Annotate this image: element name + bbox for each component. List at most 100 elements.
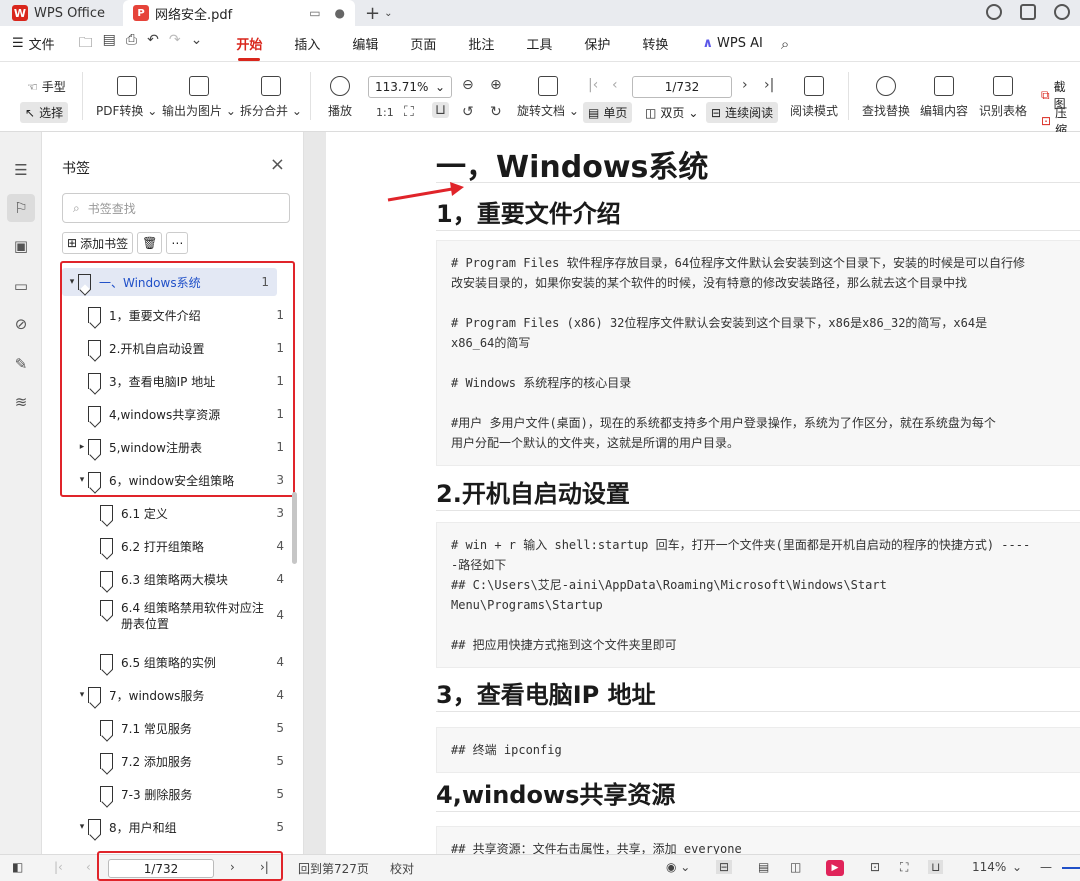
continuous-view-icon[interactable]: ⊟: [716, 860, 733, 874]
tab-edit[interactable]: 编辑: [352, 26, 378, 61]
single-page-view-icon[interactable]: ▤: [758, 860, 769, 874]
bookmark-item[interactable]: 1，重要文件介绍 1: [42, 301, 292, 329]
next-page-icon[interactable]: ›: [230, 860, 235, 874]
export-image-button[interactable]: 输出为图片 ⌄: [162, 76, 236, 119]
eye-protection-icon[interactable]: ◉ ⌄: [666, 860, 690, 874]
window-switch-icon[interactable]: [1020, 4, 1036, 20]
first-page-icon[interactable]: |‹: [588, 77, 598, 93]
select-tool-button[interactable]: ↖ 选择: [20, 102, 69, 123]
new-tab-plus-icon[interactable]: +: [365, 3, 380, 24]
save-icon[interactable]: ▤: [103, 32, 116, 56]
zoom-level[interactable]: 114%: [972, 860, 1006, 874]
bookmark-item[interactable]: 4,windows共享资源 1: [42, 400, 292, 428]
prev-page-icon[interactable]: ‹: [86, 860, 91, 874]
actual-size-icon[interactable]: ⊔: [928, 860, 944, 874]
bookmark-panel-icon[interactable]: ⚐: [7, 194, 35, 222]
wps-ai-button[interactable]: ∧ WPS AI: [702, 36, 762, 51]
continuous-read-button[interactable]: ⊟ 连续阅读: [706, 102, 779, 123]
prev-page-icon[interactable]: ‹: [612, 77, 618, 93]
expand-caret-icon[interactable]: ▾: [76, 475, 88, 485]
find-replace-button[interactable]: 查找替换: [862, 76, 910, 119]
search-icon[interactable]: ⌕: [781, 35, 789, 53]
single-page-button[interactable]: ▤ 单页: [583, 102, 633, 123]
bookmark-item[interactable]: ▾ 8，用户和组 5: [42, 813, 292, 841]
bookmark-scrollbar[interactable]: [292, 492, 297, 564]
bookmark-item[interactable]: ▾ 7，windows服务 4: [42, 681, 292, 709]
bookmark-search-input[interactable]: ⌕ 书签查找: [62, 193, 290, 223]
thumbnail-icon[interactable]: ▣: [11, 236, 31, 256]
zoom-out-icon[interactable]: ⊖: [462, 77, 474, 93]
zoom-in-icon[interactable]: ⊕: [490, 77, 502, 93]
tab-dot-icon[interactable]: ●: [335, 6, 345, 20]
sidebar-toggle-icon[interactable]: ◧: [12, 860, 23, 874]
first-page-icon[interactable]: |‹: [54, 860, 63, 874]
zoom-out-icon[interactable]: —: [1040, 860, 1052, 874]
rotate-document-button[interactable]: 旋转文档 ⌄: [517, 76, 579, 119]
bookmark-item[interactable]: 6.2 打开组策略 4: [42, 532, 292, 560]
bookmark-item[interactable]: ▾ 6，window安全组策略 3: [42, 466, 292, 494]
tab-start[interactable]: 开始: [236, 26, 262, 61]
document-viewport[interactable]: 一，Windows系统 1，重要文件介绍 # Program Files 软件程序…: [304, 132, 1080, 854]
redo-icon[interactable]: ↷: [169, 32, 181, 56]
bookmark-item[interactable]: 6.1 定义 3: [42, 499, 292, 527]
undo-icon[interactable]: ↶: [147, 32, 159, 56]
rotate-left-icon[interactable]: ↺: [462, 104, 474, 120]
fit-page-icon[interactable]: ⛶: [900, 860, 908, 875]
settings-icon[interactable]: [1054, 4, 1070, 20]
tab-tools[interactable]: 工具: [526, 26, 552, 61]
close-icon[interactable]: ×: [270, 154, 285, 175]
bookmark-item[interactable]: 2.开机自启动设置 1: [42, 334, 292, 362]
actual-size-icon[interactable]: 1:1: [376, 106, 394, 119]
bookmark-item[interactable]: 7-3 删除服务 5: [42, 780, 292, 808]
monitor-icon[interactable]: ▭: [309, 6, 320, 20]
fit-width-icon[interactable]: ⊡: [870, 860, 880, 874]
bookmark-item[interactable]: 7.1 常见服务 5: [42, 714, 292, 742]
double-page-view-icon[interactable]: ◫: [790, 860, 801, 874]
tab-page[interactable]: 页面: [410, 26, 436, 61]
recognize-table-button[interactable]: 识别表格: [979, 76, 1027, 119]
next-page-icon[interactable]: ›: [742, 77, 748, 93]
open-folder-icon[interactable]: 🗀: [79, 32, 93, 56]
proofread-button[interactable]: 校对: [390, 860, 414, 877]
play-button[interactable]: 播放: [328, 76, 352, 119]
expand-caret-icon[interactable]: ▾: [76, 690, 88, 700]
file-menu[interactable]: ☰ 文件: [0, 34, 55, 53]
attachment-icon[interactable]: ⊘: [11, 314, 31, 334]
zoom-slider[interactable]: [1062, 867, 1080, 869]
expand-caret-icon[interactable]: ▾: [76, 822, 88, 832]
wps-home-tab[interactable]: W WPS Office: [0, 0, 117, 26]
print-icon[interactable]: ⎙: [126, 32, 137, 56]
expand-caret-icon[interactable]: ▾: [66, 277, 78, 287]
more-options-button[interactable]: ⋯: [166, 232, 189, 254]
status-page-input[interactable]: 1/732: [108, 859, 214, 878]
delete-bookmark-button[interactable]: 🗑: [137, 232, 163, 254]
play-icon[interactable]: ▶: [826, 860, 844, 876]
quick-access-chevron-icon[interactable]: ⌄: [191, 32, 203, 56]
comment-icon[interactable]: ▭: [11, 276, 31, 296]
bookmark-item[interactable]: 7.2 添加服务 5: [42, 747, 292, 775]
edit-content-button[interactable]: 编辑内容: [920, 76, 968, 119]
last-page-icon[interactable]: ›|: [764, 77, 774, 93]
tab-convert[interactable]: 转换: [642, 26, 668, 61]
layers-icon[interactable]: ≋: [11, 392, 31, 412]
account-avatar-icon[interactable]: [986, 4, 1002, 20]
rotate-right-icon[interactable]: ↻: [490, 104, 502, 120]
bookmark-item[interactable]: 6.4 组策略禁用软件对应注 册表位置 4: [42, 598, 292, 640]
bookmark-item[interactable]: ▸ 5,window注册表 1: [42, 433, 292, 461]
goto-page-link[interactable]: 回到第727页: [298, 860, 369, 877]
double-page-button[interactable]: ◫ 双页 ⌄: [640, 102, 703, 123]
signature-icon[interactable]: ✎: [11, 354, 31, 374]
fit-page-icon[interactable]: ⛶: [404, 104, 414, 120]
add-bookmark-button[interactable]: ⊞ 添加书签: [62, 232, 134, 254]
bookmark-item[interactable]: 6.3 组策略两大模块 4: [42, 565, 292, 593]
read-mode-button[interactable]: 阅读模式: [790, 76, 838, 119]
zoom-chevron-icon[interactable]: ⌄: [1012, 860, 1022, 874]
expand-caret-icon[interactable]: ▸: [76, 442, 88, 452]
fit-width-icon[interactable]: ⊔: [432, 102, 449, 118]
page-number-input[interactable]: 1/732: [632, 76, 732, 98]
pdf-convert-button[interactable]: PDF转换 ⌄: [96, 76, 157, 119]
tab-insert[interactable]: 插入: [294, 26, 320, 61]
zoom-select[interactable]: 113.71% ⌄: [368, 76, 452, 98]
bookmark-item[interactable]: ▾ 一、Windows系统 1: [42, 268, 292, 296]
hand-tool-button[interactable]: ☜ 手型: [22, 76, 71, 97]
